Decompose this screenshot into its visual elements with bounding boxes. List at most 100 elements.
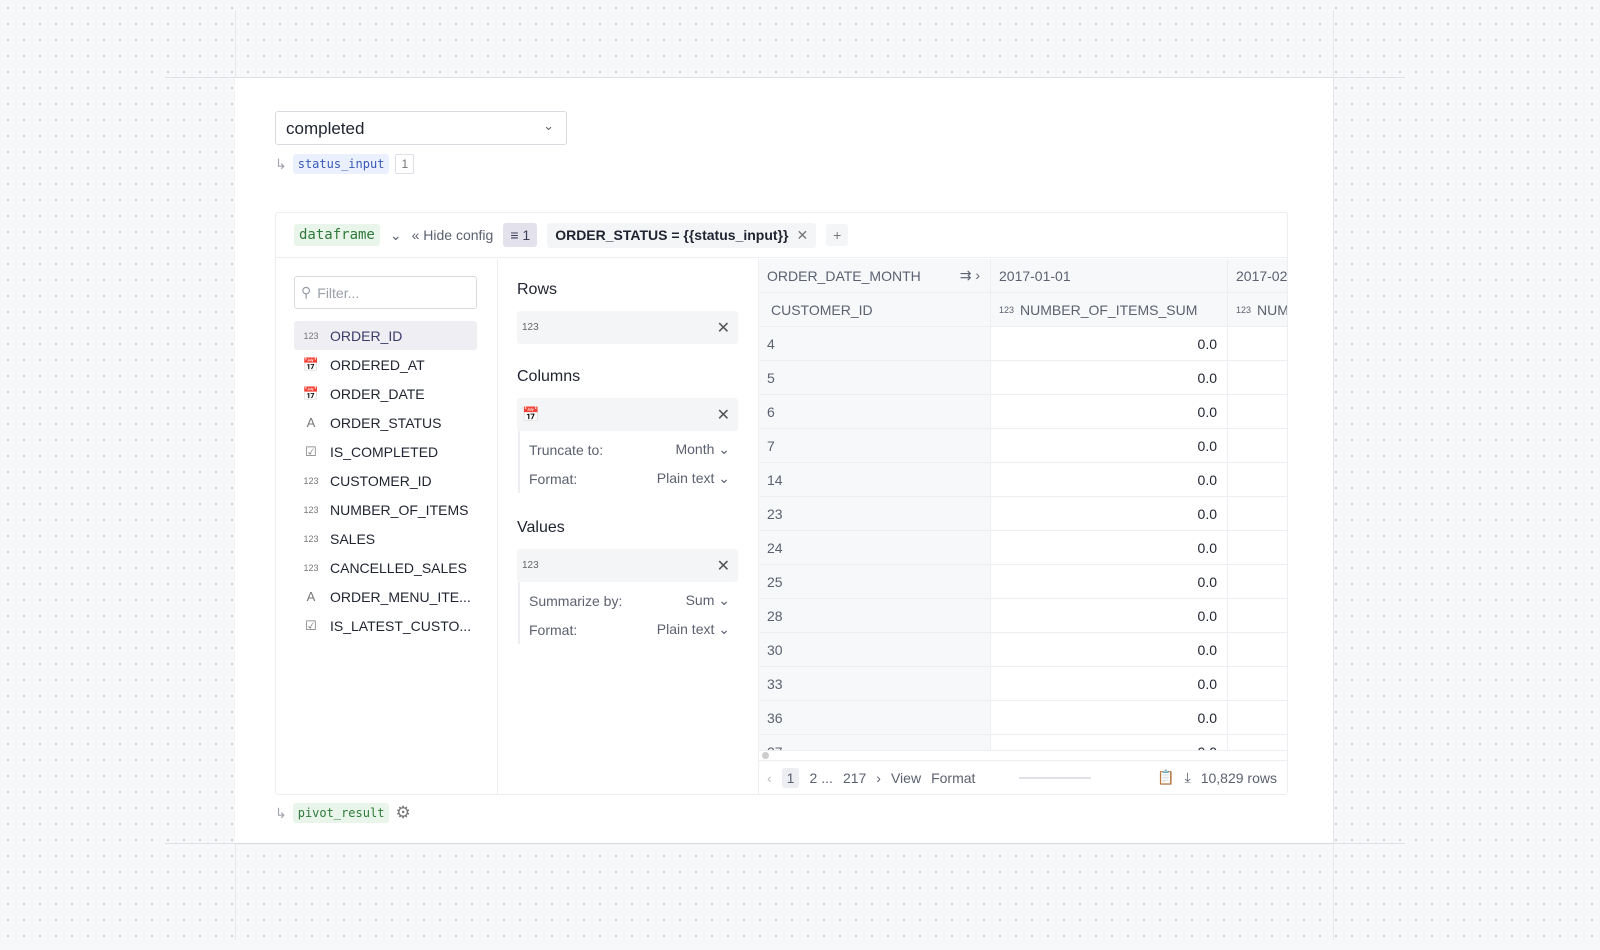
close-icon[interactable]: ✕: [717, 318, 730, 338]
column-header[interactable]: 2017-02: [1228, 259, 1287, 292]
field-name: ORDER_ID: [330, 327, 403, 344]
table-row: 30 0.0: [759, 633, 1287, 667]
calendar-icon: 📅: [522, 406, 540, 422]
value-format-select[interactable]: Format: Plain text ⌄: [529, 615, 738, 644]
cell-value: 0.0: [991, 327, 1228, 360]
close-icon[interactable]: ✕: [717, 405, 730, 425]
chevron-down-icon: ⌄: [543, 118, 554, 133]
column-field-pill[interactable]: 📅 ✕: [517, 398, 738, 431]
cell: [1228, 531, 1287, 564]
field-name: NUMBER_OF_ITEMS: [330, 501, 469, 518]
123-type-icon: 123: [303, 330, 319, 341]
output-variable[interactable]: pivot_result: [292, 803, 390, 823]
chevron-down-icon: ⌄: [718, 592, 730, 608]
page-2[interactable]: 2: [809, 770, 817, 786]
field-item[interactable]: ☑ IS_COMPLETED: [294, 437, 477, 466]
column-header[interactable]: 2017-01-01: [991, 259, 1228, 292]
filter-count-button[interactable]: ≡ 1: [503, 223, 538, 247]
value-header[interactable]: 123 NUMBER_OF_ITEMS_SUM: [991, 293, 1228, 326]
row-id: 6: [759, 395, 991, 428]
row-header[interactable]: CUSTOMER_ID: [759, 293, 991, 326]
field-item[interactable]: A ORDER_STATUS: [294, 408, 477, 437]
value-header-label: NUM: [1257, 301, 1287, 318]
chevron-down-icon: ⌄: [718, 621, 730, 637]
row-id: 23: [759, 497, 991, 530]
filter-chip[interactable]: ORDER_STATUS = {{status_input}} ✕: [547, 222, 817, 248]
add-filter-button[interactable]: +: [826, 224, 849, 246]
prev-page-icon[interactable]: ‹: [767, 770, 772, 786]
field-name: SALES: [330, 530, 376, 547]
status-dropdown[interactable]: completed ⌄: [275, 111, 567, 145]
row-id: 24: [759, 531, 991, 564]
source-dataframe[interactable]: dataframe: [294, 224, 380, 246]
format-label: Format:: [529, 470, 578, 487]
view-button[interactable]: View: [891, 770, 921, 786]
pivot-header-row: ORDER_DATE_MONTH ⇉ › 2017-01-01 2017-02: [759, 259, 1287, 293]
field-list-panel: ⚲ Filter... 123 ORDER_ID 📅 ORDERED_AT 📅 ORDER_…: [276, 259, 498, 794]
text-type-icon: A: [306, 415, 316, 430]
table-row: 7 0.0: [759, 429, 1287, 463]
chevron-down-icon: ⌄: [718, 470, 730, 486]
row-id: 36: [759, 701, 991, 734]
close-icon[interactable]: ✕: [796, 227, 808, 244]
cell: [1228, 429, 1287, 462]
horizontal-scrollbar[interactable]: [759, 750, 1287, 760]
gear-icon[interactable]: ⚙: [395, 803, 410, 823]
cell: [1228, 361, 1287, 394]
field-item[interactable]: 📅 ORDERED_AT: [294, 350, 477, 379]
field-item[interactable]: A ORDER_MENU_ITE...: [294, 582, 477, 611]
download-icon[interactable]: ⤓: [1185, 769, 1191, 786]
number-type-icon: 123: [522, 560, 539, 571]
cell-value: 0.0: [991, 497, 1228, 530]
close-icon[interactable]: ✕: [717, 556, 730, 576]
chevron-down-icon: ⌄: [718, 441, 730, 457]
row-field-pill[interactable]: 123 ✕: [517, 311, 738, 344]
bool-type-icon: ☑: [305, 617, 317, 633]
next-page-icon[interactable]: ›: [876, 770, 881, 786]
pivot-toggle-icon[interactable]: ⇉ ›: [960, 267, 980, 284]
field-filter-input[interactable]: ⚲ Filter...: [294, 276, 477, 309]
filter-placeholder: Filter...: [317, 284, 360, 301]
field-name: ORDER_DATE: [330, 385, 425, 402]
summarize-select[interactable]: Summarize by: Sum ⌄: [529, 586, 738, 615]
123-type-icon: 123: [303, 504, 319, 515]
page-1[interactable]: 1: [781, 767, 800, 788]
field-item[interactable]: 123 CUSTOMER_ID: [294, 466, 477, 495]
table-row: 6 0.0: [759, 395, 1287, 429]
output-variable[interactable]: status_input: [292, 154, 390, 174]
field-item[interactable]: 📅 ORDER_DATE: [294, 379, 477, 408]
columns-heading: Columns: [517, 368, 581, 385]
pivot-output: ↳ pivot_result ⚙: [275, 803, 411, 823]
hide-config-button[interactable]: « Hide config: [412, 227, 494, 243]
123-type-icon: 123: [303, 562, 319, 573]
row-id: 14: [759, 463, 991, 496]
return-arrow-icon: ↳: [275, 155, 287, 172]
rows-heading: Rows: [517, 281, 558, 298]
page-last[interactable]: 217: [843, 770, 866, 786]
bool-type-icon: ☑: [305, 443, 317, 459]
field-item[interactable]: 123 NUMBER_OF_ITEMS: [294, 495, 477, 524]
value-field-pill[interactable]: 123 ✕: [517, 549, 738, 582]
column-width-slider[interactable]: [1019, 776, 1092, 779]
field-name: CANCELLED_SALES: [330, 559, 467, 576]
truncate-select[interactable]: Truncate to: Month ⌄: [529, 435, 738, 464]
table-row: 14 0.0: [759, 463, 1287, 497]
column-format-select[interactable]: Format: Plain text ⌄: [529, 464, 738, 493]
field-item[interactable]: 123 SALES: [294, 524, 477, 553]
field-item[interactable]: 123 ORDER_ID: [294, 321, 477, 350]
field-name: IS_LATEST_CUSTO...: [330, 617, 472, 634]
row-id: 7: [759, 429, 991, 462]
chevron-down-icon[interactable]: ⌄: [390, 227, 402, 244]
number-type-icon: 123: [1236, 304, 1252, 315]
table-row: 4 0.0: [759, 327, 1287, 361]
field-item[interactable]: 123 CANCELLED_SALES: [294, 553, 477, 582]
pivot-table: ORDER_DATE_MONTH ⇉ › 2017-01-01 2017-02 C…: [759, 259, 1287, 794]
format-button[interactable]: Format: [931, 770, 975, 786]
field-item[interactable]: ☑ IS_LATEST_CUSTO...: [294, 611, 477, 640]
value-header[interactable]: 123 NUM: [1228, 293, 1287, 326]
clipboard-icon[interactable]: 📋: [1157, 769, 1174, 786]
123-type-icon: 123: [303, 475, 319, 486]
date-type-icon: 📅: [302, 385, 320, 401]
cell: [1228, 463, 1287, 496]
field-name: ORDERED_AT: [330, 356, 425, 373]
